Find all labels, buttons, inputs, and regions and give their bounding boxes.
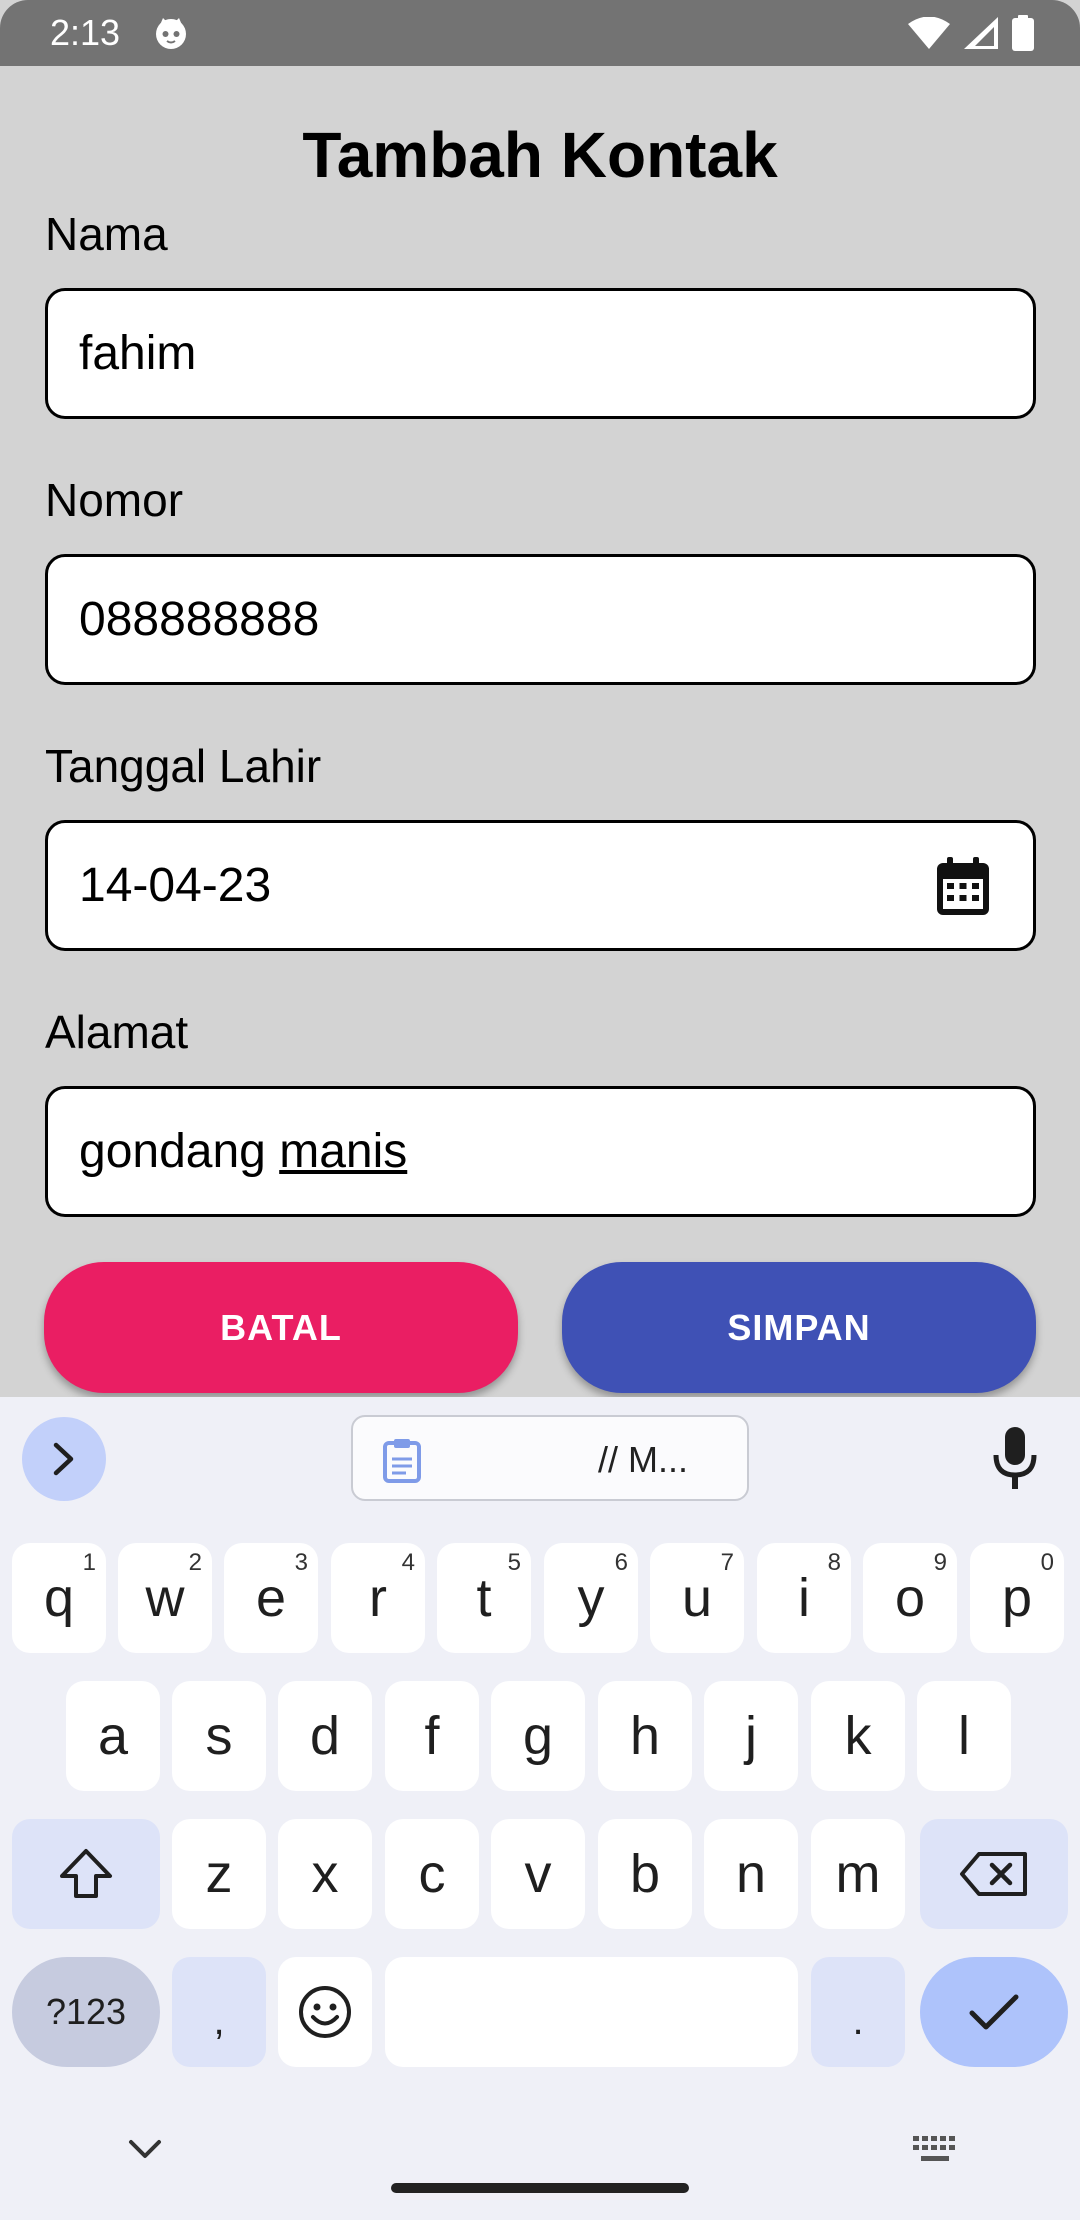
key-hint: 1 (82, 1549, 96, 1576)
address-label: Alamat (45, 1006, 189, 1058)
key-hint: 8 (827, 1549, 841, 1576)
key-hint: 7 (720, 1549, 734, 1576)
key-hint: 3 (294, 1549, 308, 1576)
clipboard-text: // M... (598, 1439, 688, 1480)
page-title: Tambah Kontak (302, 119, 778, 191)
wifi-icon (908, 17, 950, 49)
key-label: o (894, 1568, 926, 1628)
key-a[interactable]: a (66, 1681, 160, 1791)
signal-icon (964, 17, 998, 49)
emoji-key[interactable] (278, 1957, 372, 2067)
clipboard-suggestion[interactable]: // M... (351, 1415, 749, 1501)
key-q[interactable]: q1 (12, 1543, 106, 1653)
backspace-key[interactable] (920, 1819, 1068, 1929)
emoji-icon (299, 1986, 351, 2038)
chevron-down-icon[interactable] (127, 2137, 163, 2163)
key-w[interactable]: w2 (118, 1543, 212, 1653)
birthdate-field-value: 14-04-23 (79, 859, 272, 912)
key-y[interactable]: y6 (544, 1543, 638, 1653)
key-v[interactable]: v (491, 1819, 585, 1929)
cancel-button[interactable]: BATAL (44, 1262, 518, 1393)
key-d[interactable]: d (278, 1681, 372, 1791)
shift-icon (60, 1849, 112, 1898)
backspace-icon (960, 1852, 1027, 1896)
key-u[interactable]: u7 (650, 1543, 744, 1653)
key-s[interactable]: s (172, 1681, 266, 1791)
key-label: e (255, 1568, 287, 1628)
address-field-value: gondang manis (79, 1124, 407, 1179)
key-m[interactable]: m (811, 1819, 905, 1929)
key-hint: 5 (507, 1549, 521, 1576)
address-text-underlined: manis (279, 1125, 408, 1178)
key-label: p (1001, 1568, 1033, 1628)
key-label: i (798, 1568, 810, 1628)
birthdate-label: Tanggal Lahir (45, 740, 322, 792)
microphone-icon[interactable] (990, 1427, 1040, 1491)
shift-key[interactable] (12, 1819, 160, 1929)
key-z[interactable]: z (172, 1819, 266, 1929)
status-bar: 2:13 (0, 0, 1080, 66)
key-hint: 9 (933, 1549, 947, 1576)
enter-key[interactable] (920, 1957, 1068, 2067)
key-i[interactable]: i8 (757, 1543, 851, 1653)
battery-icon (1012, 15, 1034, 51)
clipboard-icon (383, 1439, 421, 1483)
status-time: 2:13 (50, 12, 121, 53)
home-indicator[interactable] (391, 2183, 689, 2193)
key-hint: 6 (614, 1549, 628, 1576)
key-t[interactable]: t5 (437, 1543, 531, 1653)
checkmark-icon (969, 1994, 1019, 2030)
symbols-key[interactable]: ?123 (12, 1957, 160, 2067)
address-text-plain: gondang (79, 1125, 280, 1178)
save-button[interactable]: SIMPAN (562, 1262, 1036, 1393)
key-e[interactable]: e3 (224, 1543, 318, 1653)
key-h[interactable]: h (598, 1681, 692, 1791)
key-c[interactable]: c (385, 1819, 479, 1929)
keyboard-expand-button[interactable] (22, 1417, 106, 1501)
key-g[interactable]: g (491, 1681, 585, 1791)
address-field[interactable]: gondang manis (45, 1086, 1036, 1217)
keyboard-switch-icon[interactable] (913, 2136, 957, 2166)
key-o[interactable]: o9 (863, 1543, 957, 1653)
space-key[interactable] (385, 1957, 798, 2067)
key-k[interactable]: k (811, 1681, 905, 1791)
name-field[interactable]: fahim (45, 288, 1036, 419)
key-label: t (476, 1568, 492, 1628)
key-label: q (43, 1568, 75, 1628)
calendar-icon[interactable] (935, 857, 991, 917)
birthdate-field[interactable]: 14-04-23 (45, 820, 1036, 951)
key-label: w (145, 1568, 185, 1628)
number-field-value: 088888888 (79, 593, 320, 646)
key-b[interactable]: b (598, 1819, 692, 1929)
key-j[interactable]: j (704, 1681, 798, 1791)
key-hint: 2 (188, 1549, 202, 1576)
soft-keyboard: // M... q1 w2 e3 r4 t5 y6 u7 i8 o9 p0 a … (0, 1397, 1080, 2220)
key-hint: 4 (401, 1549, 415, 1576)
key-label: u (681, 1568, 713, 1628)
key-label: y (577, 1568, 605, 1628)
key-x[interactable]: x (278, 1819, 372, 1929)
key-f[interactable]: f (385, 1681, 479, 1791)
comma-key[interactable]: , (172, 1957, 266, 2067)
chevron-right-icon (53, 1442, 74, 1476)
key-l[interactable]: l (917, 1681, 1011, 1791)
key-p[interactable]: p0 (970, 1543, 1064, 1653)
name-label: Nama (45, 208, 168, 260)
period-key[interactable]: . (811, 1957, 905, 2067)
key-n[interactable]: n (704, 1819, 798, 1929)
number-label: Nomor (45, 474, 184, 526)
number-field[interactable]: 088888888 (45, 554, 1036, 685)
key-label: r (369, 1568, 387, 1628)
cat-notification-icon (156, 18, 186, 49)
key-r[interactable]: r4 (331, 1543, 425, 1653)
key-hint: 0 (1040, 1549, 1054, 1576)
name-field-value: fahim (79, 327, 197, 380)
